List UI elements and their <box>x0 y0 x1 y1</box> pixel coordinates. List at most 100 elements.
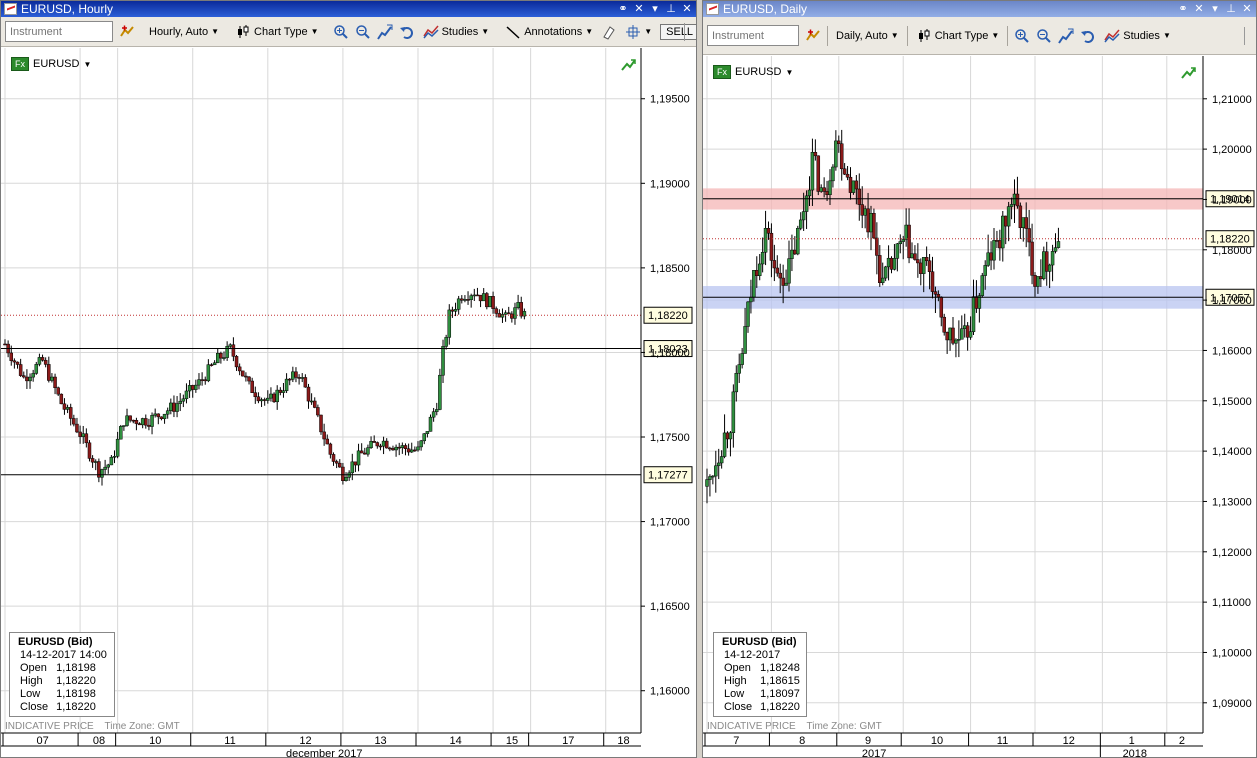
instrument-selector[interactable]: Fx EURUSD ▼ <box>713 65 793 79</box>
candle-down <box>391 448 395 451</box>
y-tick-label: 1,18500 <box>650 263 690 275</box>
zoom-out-icon[interactable] <box>355 24 371 40</box>
instrument-picker-icon[interactable] <box>805 28 821 44</box>
close-all-icon[interactable]: ✕ <box>1192 2 1206 16</box>
candle-up <box>444 337 448 347</box>
zoom-out-icon[interactable] <box>1036 28 1052 44</box>
link-icon[interactable]: ⚭ <box>1176 2 1190 16</box>
candle-up <box>968 331 973 338</box>
candle-up <box>743 326 747 354</box>
candle-up <box>400 445 405 448</box>
daily-titlebar[interactable]: EURUSD, Daily ⚭ ✕ ▾ ⊥ ✕ <box>703 1 1256 17</box>
candle-up <box>162 413 167 420</box>
candle-up <box>804 195 809 212</box>
x-tick-label: 2 <box>1179 735 1185 747</box>
timezone-label: Time Zone: GMT <box>806 721 882 732</box>
candle-down <box>403 445 408 449</box>
y-tick-label: 1,15000 <box>1212 396 1252 408</box>
candle-down <box>306 386 311 402</box>
candle-down <box>460 298 464 301</box>
candle-down <box>845 173 850 178</box>
crosshair-dropdown[interactable]: ▼ <box>623 22 654 42</box>
instrument-selector[interactable]: Fx EURUSD ▼ <box>11 57 91 71</box>
link-icon[interactable]: ⚭ <box>616 2 630 16</box>
candle-up <box>50 376 54 381</box>
chevron-down-icon: ▼ <box>991 31 1000 40</box>
chart-type-dropdown[interactable]: Chart Type ▼ <box>914 26 1002 46</box>
candle-down <box>43 360 48 365</box>
close-icon[interactable]: ✕ <box>1240 2 1254 16</box>
candle-up <box>962 325 967 329</box>
toolbar-gripper[interactable] <box>1244 27 1254 45</box>
annotations-dropdown[interactable]: Annotations ▼ <box>503 22 595 42</box>
candle-down <box>62 403 67 410</box>
instrument-search-input[interactable] <box>707 25 799 46</box>
candle-up <box>34 364 39 374</box>
zoom-in-icon[interactable] <box>1014 28 1030 44</box>
studies-dropdown[interactable]: Studies ▼ <box>1102 26 1173 46</box>
close-icon[interactable]: ✕ <box>680 2 694 16</box>
indicative-label: INDICATIVE PRICE <box>707 721 796 732</box>
daily-chart-area[interactable]: 1,19014 1,17057 1,18220 1,21000 1,20000 1,190… <box>703 56 1256 757</box>
candle-down <box>485 293 489 308</box>
ohlc-value: 1,18198 <box>56 688 96 700</box>
candle-up <box>435 409 439 412</box>
candle-down <box>253 392 258 398</box>
ohlc-row-open: Open 1,18198 <box>20 662 104 675</box>
x-tick-label: 10 <box>931 735 943 747</box>
studies-dropdown[interactable]: Studies ▼ <box>421 22 492 42</box>
hourly-titlebar[interactable]: EURUSD, Hourly ⚭ ✕ ▾ ⊥ ✕ <box>1 1 696 17</box>
x-tick-label: 14 <box>450 735 462 747</box>
candle-up <box>801 211 806 221</box>
candle-down <box>303 377 308 388</box>
candle-down <box>328 443 333 455</box>
chart-type-dropdown[interactable]: Chart Type ▼ <box>233 22 321 42</box>
level-price-label: 1,17277 <box>648 470 688 482</box>
x-tick-label: 11 <box>224 735 235 747</box>
candle-up <box>763 228 768 253</box>
toolbar-gripper[interactable] <box>684 23 694 41</box>
eraser-icon[interactable] <box>601 24 617 40</box>
undo-icon[interactable] <box>399 24 415 40</box>
candle-up <box>197 379 201 386</box>
fit-chart-icon[interactable] <box>1058 28 1074 44</box>
y-tick-label: 1,20000 <box>1212 144 1252 156</box>
pin-icon[interactable]: ⊥ <box>664 2 678 16</box>
candle-down <box>781 277 785 286</box>
candle-down <box>878 255 882 283</box>
candle-down <box>1003 215 1008 227</box>
period-dropdown[interactable]: Daily, Auto ▼ <box>834 28 901 44</box>
candle-up <box>904 224 908 240</box>
period-dropdown[interactable]: Hourly, Auto ▼ <box>147 24 221 40</box>
candle-down <box>388 447 392 450</box>
candle-down <box>857 188 862 205</box>
candle-down <box>933 291 938 295</box>
trend-up-icon <box>621 59 636 71</box>
chevron-down-icon: ▼ <box>585 27 594 36</box>
candle-down <box>128 415 132 421</box>
instrument-search-input[interactable] <box>5 21 113 42</box>
candle-up <box>503 312 508 315</box>
candle-down <box>384 440 389 449</box>
candle-up <box>790 249 794 259</box>
instrument-picker-icon[interactable] <box>119 24 135 40</box>
candle-up <box>819 187 823 192</box>
candle-down <box>131 419 136 422</box>
candle-down <box>816 155 821 192</box>
candle-up <box>760 252 765 265</box>
menu-arrow-icon[interactable]: ▾ <box>1208 2 1222 16</box>
x-tick-label: 07 <box>37 735 49 747</box>
x-tick-label: 17 <box>562 735 574 747</box>
pin-icon[interactable]: ⊥ <box>1224 2 1238 16</box>
zoom-in-icon[interactable] <box>333 24 349 40</box>
close-all-icon[interactable]: ✕ <box>632 2 646 16</box>
candle-down <box>278 389 283 393</box>
candle-up <box>472 294 477 297</box>
candle-up <box>456 298 461 310</box>
candle-up <box>784 282 788 286</box>
menu-arrow-icon[interactable]: ▾ <box>648 2 662 16</box>
candle-down <box>47 364 51 381</box>
hourly-chart-area[interactable]: 1,18023 1,17277 1,18220 1,19500 1,19000 1,185… <box>1 48 696 757</box>
fit-chart-icon[interactable] <box>376 24 393 40</box>
undo-icon[interactable] <box>1080 28 1096 44</box>
